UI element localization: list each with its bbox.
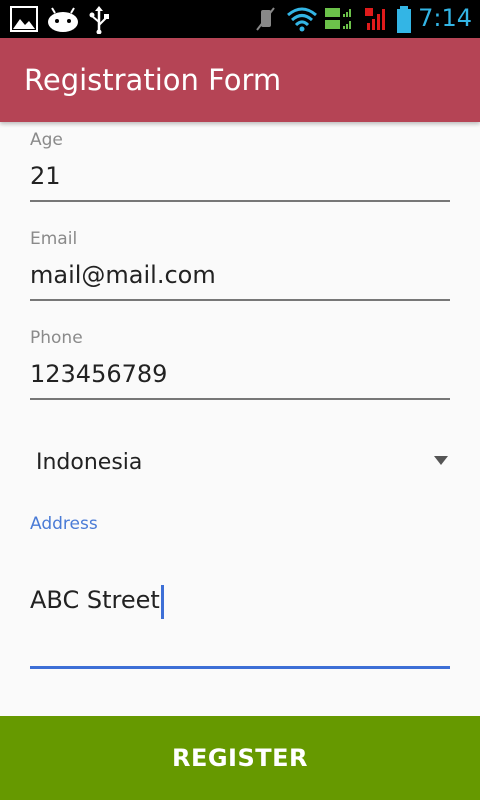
phone-field[interactable]: Phone 123456789 — [30, 328, 450, 402]
register-button-label: REGISTER — [171, 744, 309, 772]
ev-signal-icon — [325, 8, 351, 29]
country-selected: Indonesia — [36, 450, 143, 475]
wifi-icon — [287, 7, 317, 32]
register-button[interactable]: REGISTER — [0, 716, 480, 800]
age-underline — [30, 200, 450, 202]
mute-icon — [256, 7, 275, 31]
image-icon — [10, 6, 38, 32]
dropdown-arrow-icon[interactable] — [434, 456, 448, 465]
address-field[interactable]: Address ABC Street — [30, 514, 450, 670]
email-value[interactable]: mail@mail.com — [30, 261, 450, 289]
country-spinner[interactable]: Indonesia — [30, 440, 450, 490]
email-label: Email — [30, 229, 78, 249]
text-cursor — [160, 584, 164, 619]
usb-icon — [89, 6, 109, 34]
android-icon — [48, 7, 78, 32]
page-title: Registration Form — [24, 63, 282, 97]
age-value[interactable]: 21 — [30, 162, 450, 190]
phone-value[interactable]: 123456789 — [30, 360, 450, 388]
email-underline — [30, 299, 450, 301]
app-bar: Registration Form — [0, 38, 480, 122]
signal-bars-icon — [365, 8, 385, 30]
status-time: 7:14 — [418, 4, 472, 32]
phone-underline — [30, 398, 450, 400]
phone-label: Phone — [30, 328, 83, 348]
status-bar: 7:14 — [0, 0, 480, 38]
address-value[interactable]: ABC Street — [30, 586, 160, 614]
battery-icon — [397, 6, 411, 33]
address-label: Address — [30, 514, 98, 534]
age-field[interactable]: Age 21 — [30, 130, 450, 204]
address-underline — [30, 666, 450, 669]
age-label: Age — [30, 130, 63, 150]
email-field[interactable]: Email mail@mail.com — [30, 229, 450, 303]
